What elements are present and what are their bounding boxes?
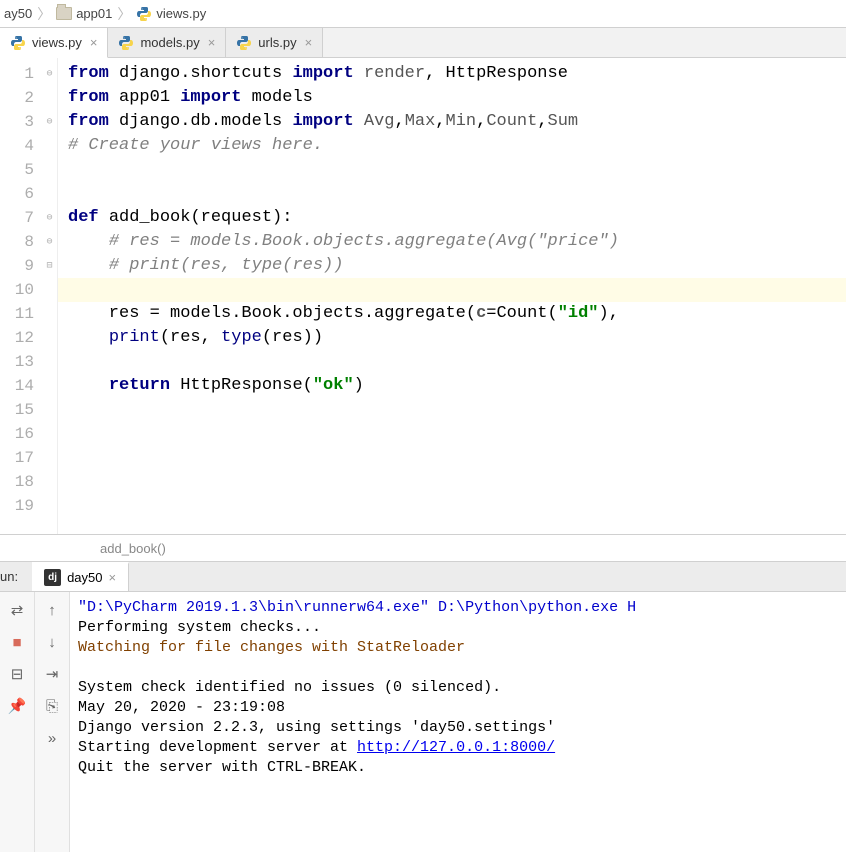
rerun-icon[interactable]: ⇄: [5, 598, 29, 622]
run-panel-header: un: dj day50 ×: [0, 562, 846, 592]
code-editor[interactable]: 12345678910111213141516171819 ⊖⊖⊖⊖⊟ from…: [0, 58, 846, 534]
breadcrumb-item[interactable]: ay50: [4, 6, 32, 21]
console-output[interactable]: "D:\PyCharm 2019.1.3\bin\runnerw64.exe" …: [70, 592, 846, 852]
breadcrumb-label: app01: [76, 6, 112, 21]
arrow-down-icon[interactable]: ↓: [40, 630, 64, 654]
breadcrumb-item[interactable]: app01: [56, 6, 112, 21]
breadcrumb: ay50 〉 app01 〉 views.py: [0, 0, 846, 28]
stop-icon[interactable]: ■: [5, 630, 29, 654]
python-file-icon: [10, 35, 26, 51]
code-area[interactable]: from django.shortcuts import render, Htt…: [58, 58, 846, 534]
tab-models-py[interactable]: models.py ×: [108, 28, 226, 57]
close-icon[interactable]: ×: [90, 35, 98, 50]
python-file-icon: [136, 6, 152, 22]
breadcrumb-label: ay50: [4, 6, 32, 21]
tab-urls-py[interactable]: urls.py ×: [226, 28, 323, 57]
server-url-link[interactable]: http://127.0.0.1:8000/: [357, 739, 555, 756]
django-icon: dj: [44, 569, 61, 586]
soft-wrap-icon[interactable]: ⇥: [40, 662, 64, 686]
context-bar: add_book(): [0, 534, 846, 562]
chevron-right-icon: 〉: [37, 4, 51, 24]
chevron-right-icon: 〉: [117, 4, 131, 24]
editor-tabs: views.py × models.py × urls.py ×: [0, 28, 846, 58]
tab-views-py[interactable]: views.py ×: [0, 28, 108, 58]
arrow-up-icon[interactable]: ↑: [40, 598, 64, 622]
run-label: un:: [0, 569, 32, 584]
layout-icon[interactable]: ⊟: [5, 662, 29, 686]
close-icon[interactable]: ×: [208, 35, 216, 50]
line-number-gutter: 12345678910111213141516171819: [0, 58, 42, 534]
tab-label: models.py: [140, 35, 199, 50]
more-icon[interactable]: »: [40, 726, 64, 750]
close-icon[interactable]: ×: [305, 35, 313, 50]
run-tool-column-left: ⇄ ■ ⊟ 📌: [0, 592, 35, 852]
context-label: add_book(): [100, 541, 166, 556]
fold-column: ⊖⊖⊖⊖⊟: [42, 58, 58, 534]
python-file-icon: [236, 35, 252, 51]
run-tab-label: day50: [67, 570, 102, 585]
python-file-icon: [118, 35, 134, 51]
breadcrumb-item[interactable]: views.py: [136, 6, 206, 22]
run-tool-column-right: ↑ ↓ ⇥ ⎘ »: [35, 592, 70, 852]
tab-label: views.py: [32, 35, 82, 50]
breadcrumb-label: views.py: [156, 6, 206, 21]
folder-icon: [56, 7, 72, 20]
run-tab-day50[interactable]: dj day50 ×: [32, 562, 129, 591]
tab-label: urls.py: [258, 35, 296, 50]
pin-icon[interactable]: 📌: [5, 694, 29, 718]
run-panel: ⇄ ■ ⊟ 📌 ↑ ↓ ⇥ ⎘ » "D:\PyCharm 2019.1.3\b…: [0, 592, 846, 852]
scroll-to-end-icon[interactable]: ⎘: [40, 694, 64, 718]
close-icon[interactable]: ×: [109, 570, 117, 585]
